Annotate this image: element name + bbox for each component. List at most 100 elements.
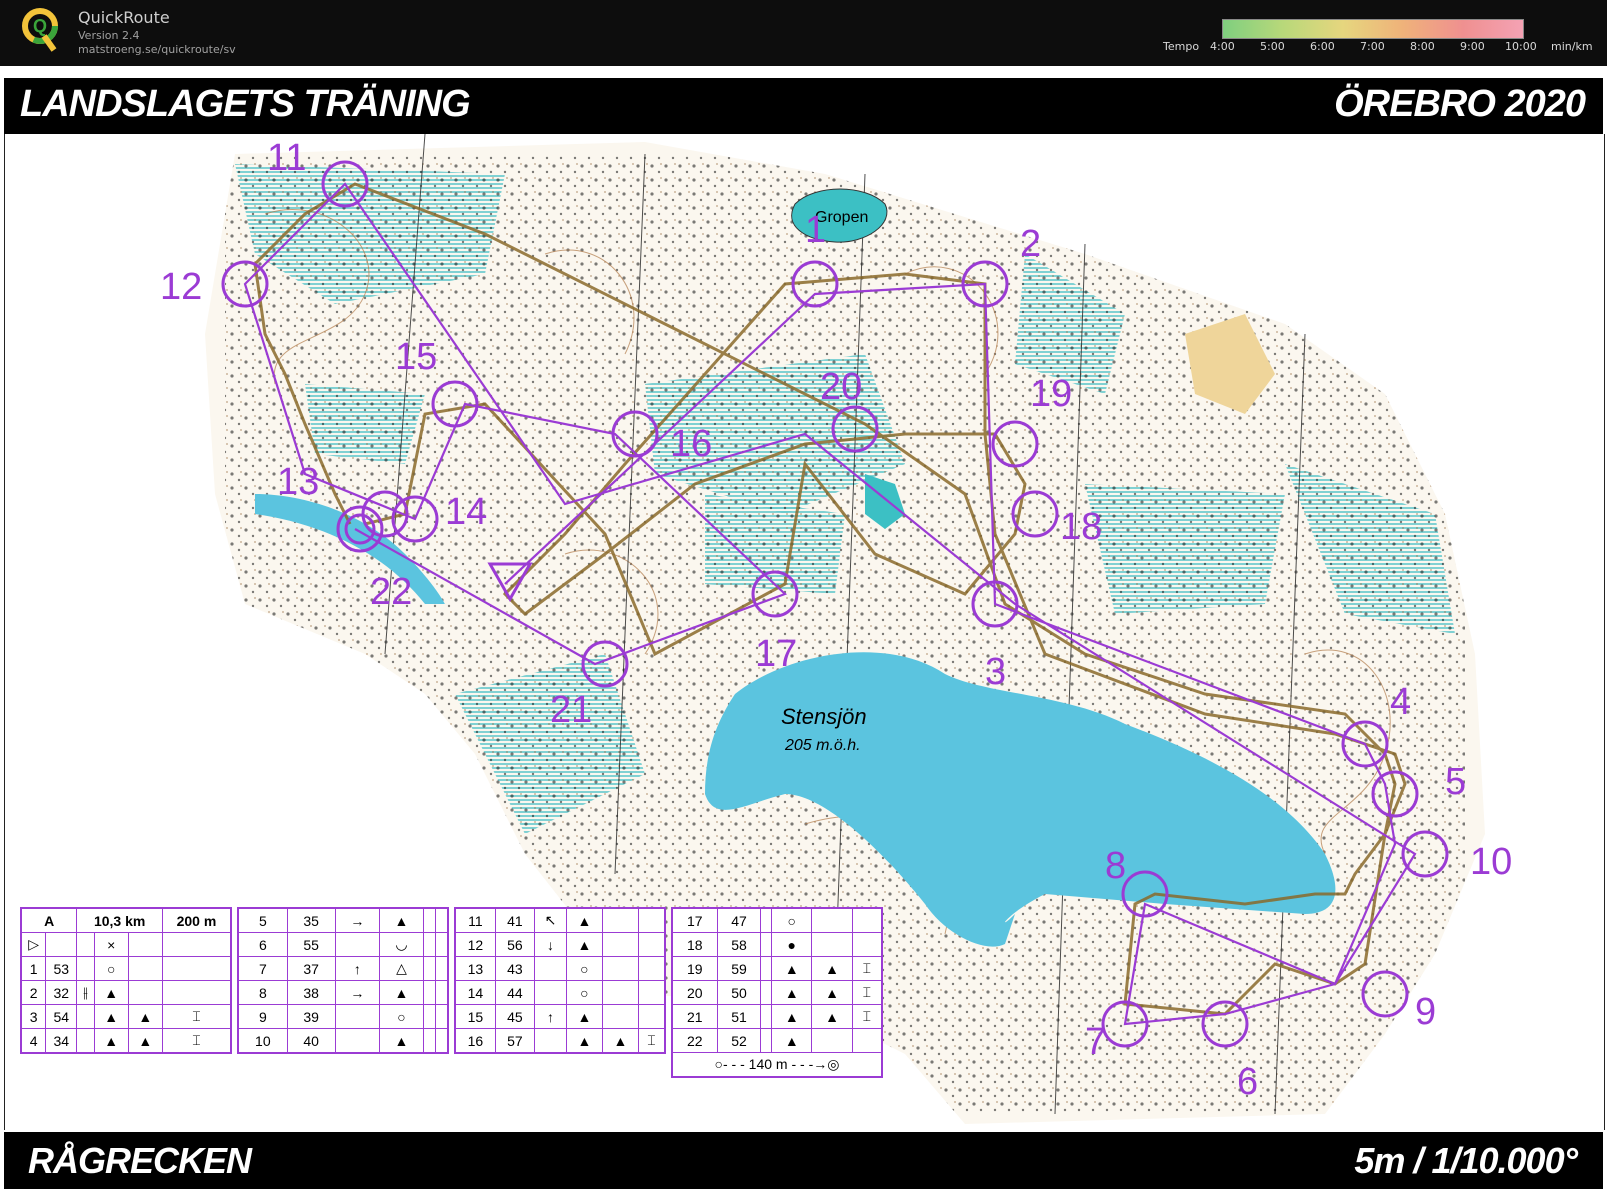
desc-code: 39 — [286, 1004, 336, 1029]
control-label: 19 — [1030, 373, 1072, 415]
tempo-tick: 5:00 — [1260, 40, 1285, 53]
desc-code: 37 — [286, 956, 336, 981]
course-length: 10,3 km — [76, 907, 163, 933]
tempo-unit: min/km — [1551, 40, 1593, 53]
desc-num: 14 — [454, 980, 496, 1005]
control-label: 12 — [160, 266, 202, 308]
start-symbol: ▷ — [20, 932, 47, 957]
desc-code: 45 — [494, 1004, 535, 1029]
desc-num: 5 — [237, 907, 288, 933]
desc-num: 13 — [454, 956, 496, 981]
app-version: Version 2.4 — [78, 29, 140, 42]
lake-name: Stensjön — [781, 704, 867, 729]
desc-code: 44 — [494, 980, 535, 1005]
desc-num: 22 — [671, 1028, 718, 1053]
desc-num: 8 — [237, 980, 288, 1005]
control-label: 10 — [1470, 841, 1512, 883]
control-description-table: 11 41 ↖ ▲ 12 56 ↓ ▲ 13 43 ○ 14 44 ○ 15 45 ↑ ▲ 16 57 ▲ ▲ ⌶ — [454, 907, 666, 1054]
tempo-tick: 10:00 — [1505, 40, 1537, 53]
desc-num: 10 — [237, 1028, 288, 1054]
desc-num: 20 — [671, 980, 718, 1005]
control-label: 8 — [1105, 845, 1126, 887]
desc-code: 50 — [716, 980, 762, 1005]
desc-code: 54 — [45, 1004, 78, 1029]
quickroute-logo-icon: Q — [22, 8, 58, 52]
desc-code: 53 — [45, 956, 78, 981]
control-label: 22 — [370, 571, 412, 613]
control-label: 18 — [1060, 506, 1102, 548]
finish-distance: 140 m — [748, 1056, 788, 1072]
desc-code: 38 — [286, 980, 336, 1005]
control-label: 13 — [277, 461, 319, 503]
course-climb: 200 m — [161, 907, 232, 933]
control-label: 20 — [820, 366, 862, 408]
tempo-label: Tempo — [1163, 40, 1200, 53]
control-label: 2 — [1020, 223, 1041, 265]
desc-code: 35 — [286, 907, 336, 933]
control-label: 3 — [985, 651, 1006, 693]
separator — [0, 66, 1607, 76]
control-label: 14 — [445, 491, 487, 533]
control-description-table: 17 47 ○ 18 58 ● 19 59 ▲ ▲ ⌶ 20 50 ▲ ▲ ⌶ 21 51 ▲ ▲ ⌶ 22 52… — [671, 907, 883, 1078]
desc-num: 12 — [454, 932, 496, 957]
desc-num: 18 — [671, 932, 718, 957]
app-url[interactable]: matstroeng.se/quickroute/sv — [78, 43, 236, 56]
desc-num: 2 — [20, 980, 47, 1005]
app-name: QuickRoute — [78, 8, 170, 27]
tempo-tick: 4:00 — [1210, 40, 1235, 53]
desc-code: 58 — [716, 932, 762, 957]
svg-text:Q: Q — [33, 16, 47, 36]
desc-num: 15 — [454, 1004, 496, 1029]
desc-code: 34 — [45, 1028, 78, 1054]
map-scale: 5m / 1/10.000° — [1354, 1140, 1578, 1181]
desc-num: 7 — [237, 956, 288, 981]
desc-code: 40 — [286, 1028, 336, 1054]
control-label: 5 — [1445, 761, 1466, 803]
desc-num: 1 — [20, 956, 47, 981]
course-name: A — [20, 907, 78, 933]
tempo-tick: 7:00 — [1360, 40, 1385, 53]
desc-num: 19 — [671, 956, 718, 981]
finish-row: ○- - - 140 m - - -→◎ — [671, 1052, 883, 1078]
desc-num: 11 — [454, 907, 496, 933]
desc-code: 47 — [716, 907, 762, 933]
desc-num: 21 — [671, 1004, 718, 1029]
crossing-symbol: × — [93, 932, 129, 957]
control-label: 21 — [550, 689, 592, 731]
event-location: ÖREBRO 2020 — [1334, 83, 1586, 125]
control-label: 17 — [755, 633, 797, 675]
desc-code: 59 — [716, 956, 762, 981]
desc-code: 51 — [716, 1004, 762, 1029]
control-label: 15 — [395, 336, 437, 378]
tempo-tick: 9:00 — [1460, 40, 1485, 53]
control-label: 9 — [1415, 991, 1436, 1033]
control-label: 11 — [267, 137, 306, 179]
event-title: LANDSLAGETS TRÄNING — [20, 83, 471, 125]
orienteering-map[interactable]: Stensjön 205 m.ö.h. Gropen 1 2 3 4 5 6 7… — [4, 133, 1605, 1130]
desc-code: 41 — [494, 907, 535, 933]
control-label: 6 — [1237, 1061, 1258, 1103]
tempo-tick: 8:00 — [1410, 40, 1435, 53]
tempo-legend-bar — [1222, 19, 1524, 39]
desc-num: 3 — [20, 1004, 47, 1029]
desc-code: 43 — [494, 956, 535, 981]
desc-code: 57 — [494, 1028, 535, 1054]
desc-num: 9 — [237, 1004, 288, 1029]
desc-code: 55 — [286, 932, 336, 957]
control-label: 4 — [1390, 681, 1411, 723]
desc-num: 17 — [671, 907, 718, 933]
desc-num: 6 — [237, 932, 288, 957]
desc-code: 52 — [716, 1028, 762, 1053]
desc-code: 56 — [494, 932, 535, 957]
lake-altitude: 205 m.ö.h. — [784, 737, 861, 754]
desc-num: 16 — [454, 1028, 496, 1054]
control-label: 1 — [805, 209, 826, 251]
map-name: RÅGRECKEN — [28, 1140, 252, 1181]
tempo-tick: 6:00 — [1310, 40, 1335, 53]
control-description-table: A 10,3 km 200 m ▷ × 1 53 ○ 2 32 ⫲ ▲ 3 54 ▲ ▲ ⌶ 4 34… — [20, 907, 232, 1054]
desc-num: 4 — [20, 1028, 47, 1054]
control-label: 16 — [670, 423, 712, 465]
control-description-table: 5 35 → ▲ 6 55 ◡ 7 37 ↑ △ 8 38 → ▲ 9 39 ○ 10 40 ▲ — [237, 907, 449, 1054]
control-label: 7 — [1085, 1021, 1106, 1063]
app-titlebar: Q QuickRoute Version 2.4 matstroeng.se/q… — [0, 0, 1607, 66]
